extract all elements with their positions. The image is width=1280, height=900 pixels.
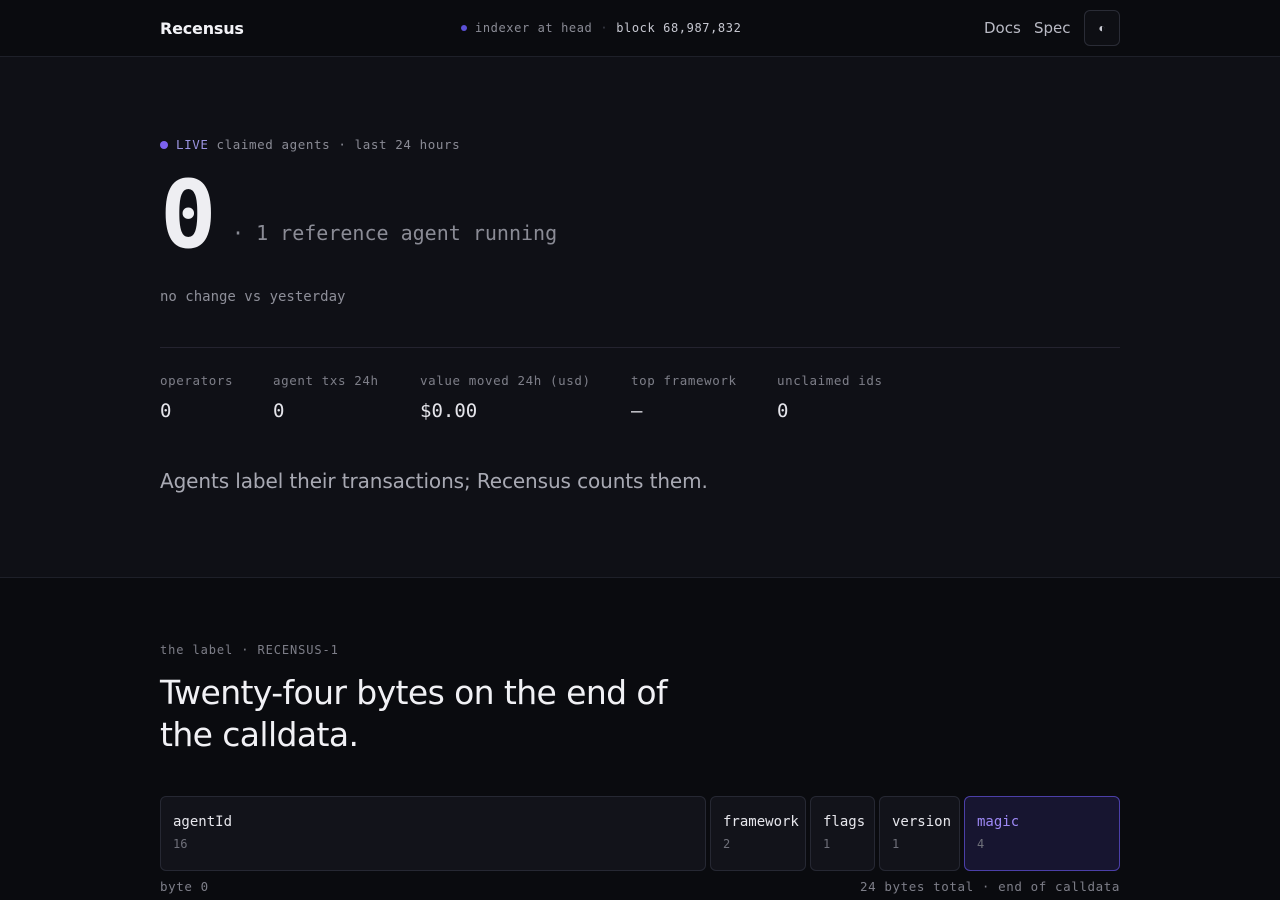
byte-field-flags: flags 1 (810, 796, 875, 871)
byte-field-size: 4 (977, 837, 985, 851)
byte-field-name: version (892, 814, 952, 830)
stat-label: operators (160, 373, 234, 388)
byte-field-size: 1 (892, 837, 900, 851)
top-header: Recensus indexer at head · block 68,987,… (0, 0, 1280, 57)
byte-field-name: flags (823, 814, 866, 830)
section-eyebrow: the label · RECENSUS-1 (160, 643, 339, 657)
byte-total-caption: 24 bytes total · end of calldata (859, 879, 1120, 894)
stat-value: 0 (777, 400, 789, 422)
live-caption: claimed agents · last 24 hours (216, 137, 461, 152)
stat-value-moved: value moved 24h (usd) $0.00 (420, 373, 591, 422)
live-dot-icon (160, 140, 168, 149)
byte-field-size: 2 (723, 837, 731, 851)
tagline: Agents label their transactions; Recensu… (160, 469, 708, 493)
stat-agent-txs: agent txs 24h 0 (273, 373, 379, 422)
stat-top-framework: top framework — (631, 373, 737, 422)
live-badge: LIVE (176, 137, 209, 152)
byte-field-name: framework (723, 814, 799, 830)
indexer-status-text: indexer at head (475, 21, 593, 35)
section-headline: Twenty-four bytes on the end of the call… (160, 673, 668, 754)
reference-agent-text: · 1 reference agent running (232, 221, 558, 245)
stat-label: value moved 24h (usd) (420, 373, 591, 388)
stat-value: $0.00 (420, 400, 478, 422)
byte-field-name: magic (977, 814, 1020, 830)
stat-value: 0 (160, 400, 172, 422)
live-indicator: LIVE claimed agents · last 24 hours (160, 137, 460, 152)
stat-unclaimed-ids: unclaimed ids 0 (777, 373, 883, 422)
stat-value: 0 (273, 400, 285, 422)
stat-label: top framework (631, 373, 737, 388)
stat-value: — (631, 400, 643, 422)
nav-docs-link[interactable]: Docs (984, 19, 1021, 37)
byte-field-version: version 1 (879, 796, 960, 871)
claimed-agent-count: 0 (160, 161, 217, 270)
byte-field-framework: framework 2 (710, 796, 806, 871)
byte-field-magic: magic 4 (964, 796, 1120, 871)
half-circle-icon: ◐ (1098, 21, 1106, 35)
change-vs-yesterday: no change vs yesterday (160, 289, 346, 305)
status-dot-icon (461, 25, 467, 31)
byte-field-name: agentId (173, 814, 233, 830)
status-separator: · (600, 21, 609, 35)
byte-start-caption: byte 0 (160, 879, 209, 894)
byte-field-size: 16 (173, 837, 188, 851)
stat-label: unclaimed ids (777, 373, 883, 388)
byte-field-agentid: agentId 16 (160, 796, 706, 871)
block-height: block 68,987,832 (616, 21, 742, 35)
stat-operators: operators 0 (160, 373, 233, 422)
label-section: the label · RECENSUS-1 Twenty-four bytes… (0, 578, 1280, 900)
indexer-status: indexer at head · block 68,987,832 (461, 21, 741, 35)
nav-spec-link[interactable]: Spec (1034, 19, 1071, 37)
divider (160, 347, 1120, 348)
brand-logo[interactable]: Recensus (160, 19, 244, 38)
theme-toggle-button[interactable]: ◐ (1084, 10, 1120, 46)
stat-label: agent txs 24h (273, 373, 379, 388)
hero-section: LIVE claimed agents · last 24 hours 0 · … (0, 57, 1280, 578)
byte-field-size: 1 (823, 837, 831, 851)
